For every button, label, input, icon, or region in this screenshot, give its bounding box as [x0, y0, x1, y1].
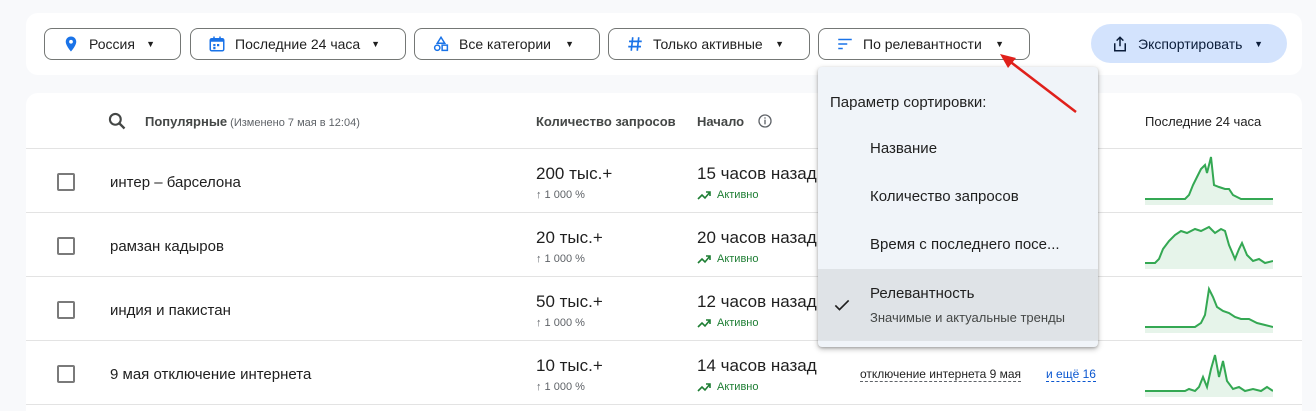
- row-checkbox[interactable]: [57, 301, 75, 319]
- status-label: Активно: [717, 317, 759, 329]
- status-badge: Активно: [697, 189, 759, 201]
- sort-option-label: Время с последнего посе...: [870, 236, 1060, 253]
- calendar-icon: [208, 35, 226, 53]
- trending-up-icon: [697, 191, 711, 200]
- caret-down-icon: ▼: [1254, 38, 1263, 49]
- filter-chip-label: По релевантности: [863, 36, 982, 52]
- export-button-label: Экспортировать: [1138, 35, 1243, 52]
- sort-option-relevance[interactable]: Релевантность Значимые и актуальные трен…: [818, 269, 1098, 341]
- trending-up-icon: [697, 319, 711, 328]
- column-header-last-24h: Последние 24 часа: [1145, 114, 1262, 129]
- status-label: Активно: [717, 189, 759, 201]
- trend-term[interactable]: 9 мая отключение интернета: [110, 366, 311, 383]
- trending-up-icon: [697, 255, 711, 264]
- trend-term[interactable]: индия и пакистан: [110, 302, 231, 319]
- sort-option-volume[interactable]: Количество запросов: [818, 173, 1098, 221]
- filter-chip-location[interactable]: Россия ▼: [44, 28, 181, 60]
- modified-note: (Изменено 7 мая в 12:04): [230, 117, 360, 129]
- search-volume: 10 тыс.+: [536, 356, 603, 375]
- more-queries-link[interactable]: и ещё 16: [1046, 367, 1096, 382]
- status-badge: Активно: [697, 381, 759, 393]
- growth-percent: ↑ 1 000 %: [536, 381, 585, 393]
- hashtag-icon: [626, 35, 644, 53]
- check-icon: [834, 299, 850, 311]
- column-header-label: Популярные: [145, 114, 228, 129]
- filter-chip-label: Все категории: [459, 36, 551, 52]
- search-volume: 50 тыс.+: [536, 292, 603, 311]
- row-checkbox[interactable]: [57, 237, 75, 255]
- caret-down-icon: ▼: [995, 39, 1004, 49]
- sort-option-label: Релевантность: [870, 285, 975, 302]
- sparkline-chart: [1145, 354, 1273, 397]
- filter-chip-categories[interactable]: Все категории ▼: [414, 28, 600, 60]
- filter-chip-label: Только активные: [653, 36, 763, 52]
- table-header: Популярные (Изменено 7 мая в 12:04) Колич…: [26, 93, 1302, 149]
- status-badge: Активно: [697, 253, 759, 265]
- table-row[interactable]: индия и пакистан 50 тыс.+ ↑ 1 000 % 12 ч…: [26, 277, 1302, 341]
- export-button[interactable]: Экспортировать ▼: [1091, 24, 1287, 63]
- filter-chip-label: Россия: [89, 36, 135, 52]
- caret-down-icon: ▼: [371, 39, 380, 49]
- trend-term[interactable]: интер – барселона: [110, 174, 241, 191]
- row-checkbox[interactable]: [57, 365, 75, 383]
- sort-option-description: Значимые и актуальные тренды: [870, 310, 1065, 325]
- table-row[interactable]: интер – барселона 200 тыс.+ ↑ 1 000 % 15…: [26, 149, 1302, 213]
- column-header-start[interactable]: Начало: [697, 114, 744, 129]
- table-row[interactable]: рамзан кадыров 20 тыс.+ ↑ 1 000 % 20 час…: [26, 213, 1302, 277]
- growth-percent: ↑ 1 000 %: [536, 317, 585, 329]
- search-volume: 200 тыс.+: [536, 164, 613, 183]
- sort-option-label: Количество запросов: [870, 188, 1019, 205]
- status-badge: Активно: [697, 317, 759, 329]
- sort-icon: [836, 35, 854, 53]
- search-volume: 20 тыс.+: [536, 228, 603, 247]
- row-checkbox[interactable]: [57, 173, 75, 191]
- table-row[interactable]: 9 мая отключение интернета 10 тыс.+ ↑ 1 …: [26, 341, 1302, 405]
- trending-up-icon: [697, 383, 711, 392]
- search-icon[interactable]: [107, 111, 127, 131]
- started-time: 14 часов назад: [697, 356, 817, 375]
- started-time: 12 часов назад: [697, 292, 817, 311]
- sort-option-label: Название: [870, 140, 938, 157]
- growth-percent: ↑ 1 000 %: [536, 253, 585, 265]
- growth-percent: ↑ 1 000 %: [536, 189, 585, 201]
- trends-table: Популярные (Изменено 7 мая в 12:04) Колич…: [26, 93, 1302, 411]
- column-header-popular[interactable]: Популярные (Изменено 7 мая в 12:04): [145, 114, 360, 129]
- sort-option-time[interactable]: Время с последнего посе...: [818, 221, 1098, 269]
- sparkline-chart: [1145, 156, 1273, 205]
- caret-down-icon: ▼: [775, 39, 784, 49]
- filter-chip-status[interactable]: Только активные ▼: [608, 28, 810, 60]
- started-time: 20 часов назад: [697, 228, 817, 247]
- trend-term[interactable]: рамзан кадыров: [110, 238, 224, 255]
- caret-down-icon: ▼: [146, 39, 155, 49]
- sort-menu-title: Параметр сортировки:: [830, 94, 987, 111]
- sort-menu: Параметр сортировки: Название Количество…: [818, 67, 1098, 347]
- related-query-link[interactable]: отключение интернета 9 мая: [860, 367, 1022, 382]
- filter-chip-time-range[interactable]: Последние 24 часа ▼: [190, 28, 406, 60]
- categories-icon: [432, 35, 450, 53]
- started-time: 15 часов назад: [697, 164, 817, 183]
- sparkline-chart: [1145, 225, 1273, 269]
- location-pin-icon: [62, 35, 80, 53]
- filter-chip-label: Последние 24 часа: [235, 36, 361, 52]
- filter-chip-sort[interactable]: По релевантности ▼: [818, 28, 1030, 60]
- info-icon[interactable]: [757, 113, 773, 129]
- share-export-icon: [1114, 35, 1126, 51]
- status-label: Активно: [717, 253, 759, 265]
- status-label: Активно: [717, 381, 759, 393]
- sort-option-name[interactable]: Название: [818, 125, 1098, 173]
- filter-bar: Россия ▼ Последние 24 часа ▼ Все категор…: [26, 13, 1302, 75]
- caret-down-icon: ▼: [565, 39, 574, 49]
- column-header-volume[interactable]: Количество запросов: [536, 114, 681, 129]
- sparkline-chart: [1145, 285, 1273, 333]
